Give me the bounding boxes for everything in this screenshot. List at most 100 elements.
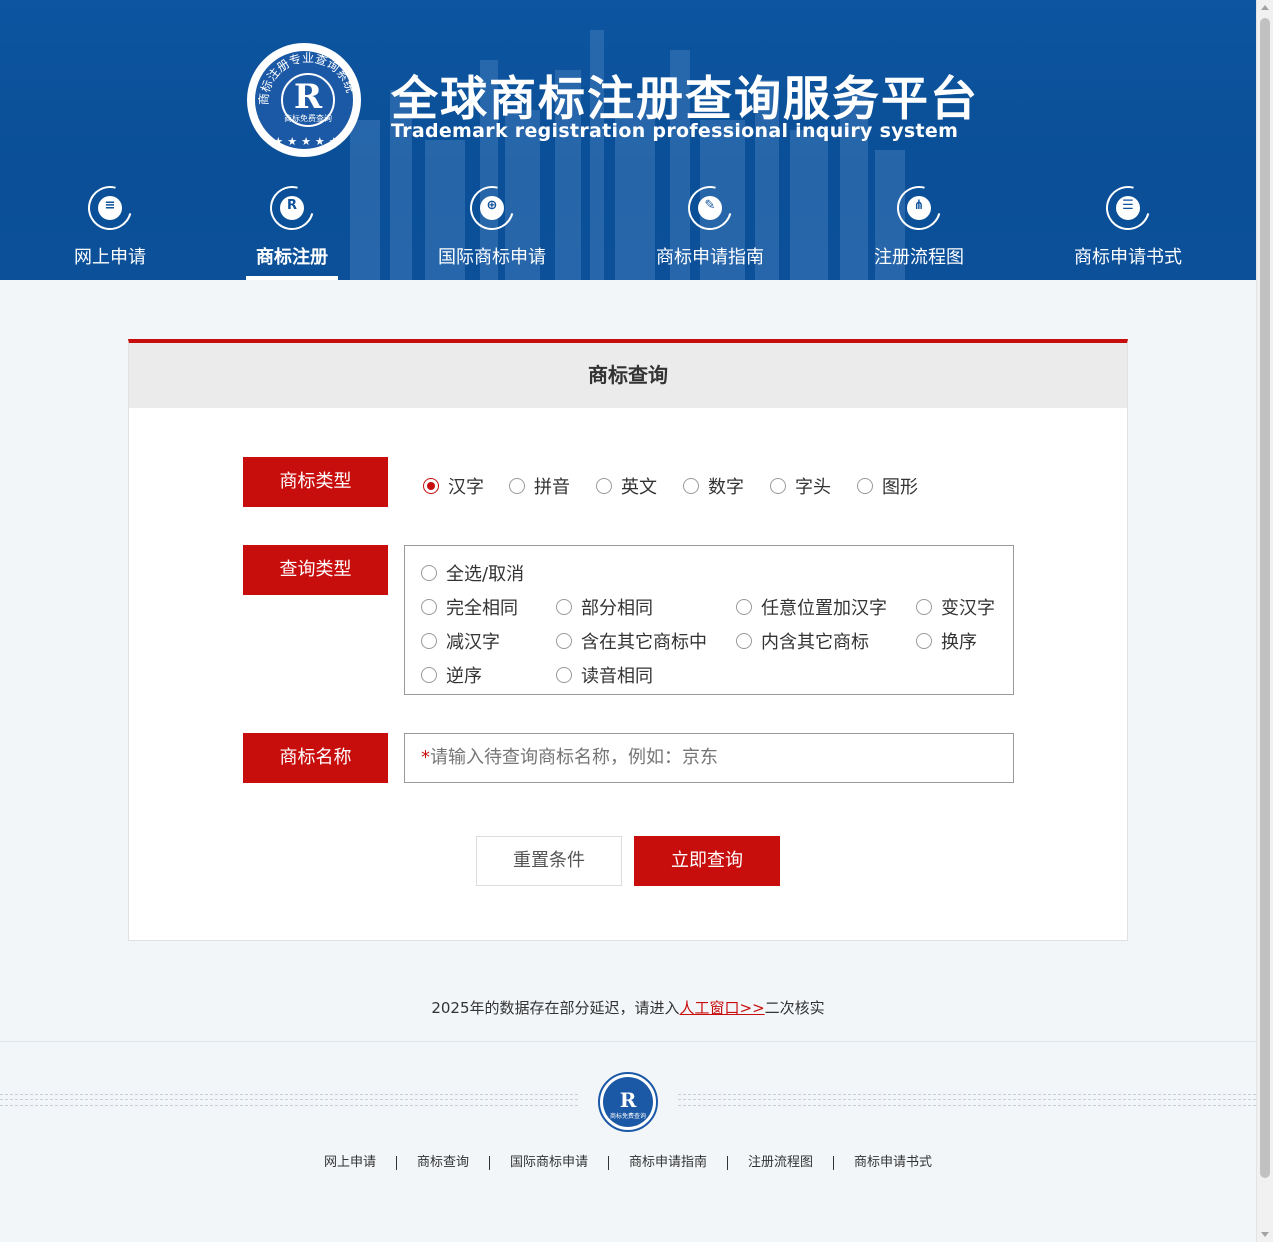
footer-dashed-line-left [0, 1094, 578, 1106]
radio-dot [421, 565, 437, 581]
radio-type-pinyin[interactable]: 拼音 [509, 473, 570, 499]
radio-dot [421, 633, 437, 649]
option-swap-order[interactable]: 换序 [916, 628, 977, 654]
option-label: 全选/取消 [446, 564, 525, 585]
footer-link-application-guide[interactable]: 商标申请指南 [608, 1156, 727, 1170]
brand-logo: 商标注册专业查询系统 R 商标免费查询 ★★★★★ [247, 43, 361, 157]
radio-dot [421, 599, 437, 615]
footer-link-registration-flowchart[interactable]: 注册流程图 [727, 1156, 833, 1170]
option-identical[interactable]: 完全相同 [421, 594, 518, 620]
vertical-scrollbar[interactable] [1256, 0, 1273, 1242]
radio-dot [736, 633, 752, 649]
radio-dot [423, 478, 439, 494]
radio-type-hanzi[interactable]: 汉字 [423, 473, 484, 499]
notice-text-after: 二次核实 [764, 999, 825, 1017]
radio-dot [509, 478, 525, 494]
trademark-name-input[interactable]: *请输入待查询商标名称，例如：京东 [404, 733, 1014, 783]
manual-window-link[interactable]: 人工窗口>> [680, 999, 765, 1017]
radio-label: 数字 [708, 477, 744, 498]
site-title-cn: 全球商标注册查询服务平台 [391, 72, 979, 127]
nav-label: 商标注册 [256, 247, 328, 268]
footer-link-online-application[interactable]: 网上申请 [304, 1156, 396, 1170]
nav-item-application-guide[interactable]: ✎ 商标申请指南 [640, 177, 780, 280]
required-mark: * [421, 747, 430, 768]
radio-dot [421, 667, 437, 683]
nav-item-application-forms[interactable]: ☰ 商标申请书式 [1058, 177, 1198, 280]
radio-dot [736, 599, 752, 615]
footer-logo-sub: 商标免费查询 [609, 1113, 646, 1120]
option-change-hanzi[interactable]: 变汉字 [916, 594, 995, 620]
guide-doc-icon: ✎ [704, 198, 716, 213]
page: 商标注册专业查询系统 R 商标免费查询 ★★★★★ 全球商标注册查询服务平台 T… [0, 0, 1256, 1242]
radio-label: 英文 [621, 477, 657, 498]
nav-label: 注册流程图 [874, 247, 964, 268]
input-placeholder: 请输入待查询商标名称，例如：京东 [430, 747, 718, 768]
site-title-en: Trademark registration professional inqu… [391, 120, 959, 142]
nav-label: 商标申请书式 [1074, 247, 1182, 268]
option-label: 含在其它商标中 [581, 632, 707, 653]
radio-dot [857, 478, 873, 494]
option-select-all[interactable]: 全选/取消 [421, 560, 524, 586]
main-nav: ≡ 网上申请 R 商标注册 ⊕ 国际商标申请 ✎ 商标申请指南 ⋔ 注册流程图 … [0, 177, 1256, 280]
option-label: 变汉字 [941, 598, 995, 619]
radio-dot [556, 599, 572, 615]
option-label: 内含其它商标 [761, 632, 869, 653]
option-contains-other[interactable]: 内含其它商标 [736, 628, 869, 654]
option-label: 减汉字 [446, 632, 500, 653]
radio-dot [596, 478, 612, 494]
application-form-icon: ≡ [104, 198, 116, 213]
radio-label: 拼音 [534, 477, 570, 498]
footer-logo: R 商标免费查询 [598, 1072, 658, 1132]
reset-button[interactable]: 重置条件 [476, 836, 622, 886]
logo-stars: ★★★★★ [273, 135, 343, 148]
panel-title: 商标查询 [129, 343, 1127, 408]
nav-active-indicator [246, 276, 338, 280]
option-add-hanzi[interactable]: 任意位置加汉字 [736, 594, 887, 620]
radio-type-number[interactable]: 数字 [683, 473, 744, 499]
form-doc-icon: ☰ [1122, 198, 1134, 213]
option-label: 逆序 [446, 666, 482, 687]
flowchart-icon: ⋔ [913, 198, 925, 213]
query-type-box: 全选/取消 完全相同 部分相同 任意位置加汉字 变汉字 减汉字 含在其它商标中 … [404, 545, 1014, 695]
footer-links: 网上申请 商标查询 国际商标申请 商标申请指南 注册流程图 商标申请书式 [0, 1156, 1256, 1170]
radio-label: 汉字 [448, 477, 484, 498]
option-label: 换序 [941, 632, 977, 653]
global-doc-icon: ⊕ [486, 198, 498, 213]
nav-item-international-application[interactable]: ⊕ 国际商标申请 [422, 177, 562, 280]
radio-type-initial[interactable]: 字头 [770, 473, 831, 499]
query-type-label: 查询类型 [243, 545, 388, 595]
radio-type-english[interactable]: 英文 [596, 473, 657, 499]
nav-label: 商标申请指南 [656, 247, 764, 268]
nav-item-registration-flowchart[interactable]: ⋔ 注册流程图 [849, 177, 989, 280]
trademark-name-label: 商标名称 [243, 733, 388, 783]
option-same-pronunciation[interactable]: 读音相同 [556, 662, 653, 688]
option-partial[interactable]: 部分相同 [556, 594, 653, 620]
option-remove-hanzi[interactable]: 减汉字 [421, 628, 500, 654]
scroll-up-arrow-icon[interactable] [1261, 5, 1269, 10]
radio-label: 字头 [795, 477, 831, 498]
radio-label: 图形 [882, 477, 918, 498]
notice-text-before: 2025年的数据存在部分延迟，请进入 [431, 999, 680, 1017]
header: 商标注册专业查询系统 R 商标免费查询 ★★★★★ 全球商标注册查询服务平台 T… [0, 0, 1256, 280]
footer-link-application-forms[interactable]: 商标申请书式 [833, 1156, 952, 1170]
option-contained-in-other[interactable]: 含在其它商标中 [556, 628, 707, 654]
nav-item-trademark-registration[interactable]: R 商标注册 [246, 177, 338, 280]
radio-type-graphic[interactable]: 图形 [857, 473, 918, 499]
option-label: 任意位置加汉字 [761, 598, 887, 619]
radio-dot [916, 633, 932, 649]
radio-dot [556, 633, 572, 649]
search-button[interactable]: 立即查询 [634, 836, 780, 886]
scroll-down-arrow-icon[interactable] [1261, 1232, 1269, 1237]
logo-inner-circle: R 商标免费查询 [281, 73, 335, 127]
footer-link-trademark-search[interactable]: 商标查询 [395, 1156, 489, 1170]
option-reverse-order[interactable]: 逆序 [421, 662, 482, 688]
radio-dot [916, 599, 932, 615]
nav-item-online-application[interactable]: ≡ 网上申请 [40, 177, 180, 280]
radio-dot [556, 667, 572, 683]
scrollbar-thumb[interactable] [1260, 18, 1270, 1178]
footer-link-international-application[interactable]: 国际商标申请 [488, 1156, 608, 1170]
footer-divider [0, 1041, 1256, 1042]
option-label: 部分相同 [581, 598, 653, 619]
data-delay-notice: 2025年的数据存在部分延迟，请进入人工窗口>>二次核实 [0, 997, 1256, 1018]
trademark-type-label: 商标类型 [243, 457, 388, 507]
